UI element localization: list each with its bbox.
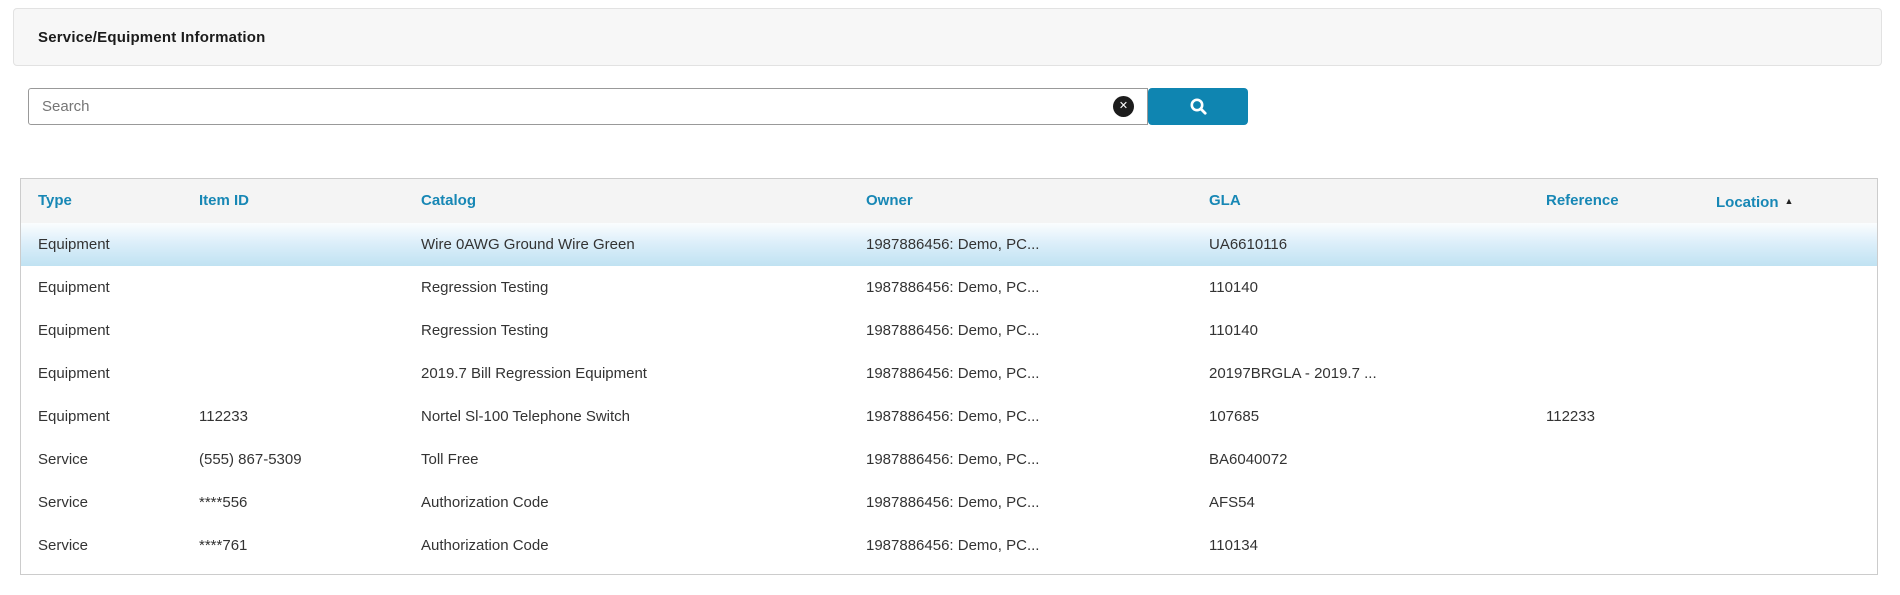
cell-location [1716, 266, 1877, 309]
cell-catalog: Regression Testing [421, 309, 866, 352]
cell-location [1716, 438, 1877, 481]
cell-gla: 20197BRGLA - 2019.7 ... [1209, 352, 1546, 395]
column-header-gla[interactable]: GLA [1209, 179, 1546, 223]
cell-gla: AFS54 [1209, 481, 1546, 524]
cell-type: Equipment [38, 352, 199, 395]
table-row[interactable]: Equipment Wire 0AWG Ground Wire Green 19… [21, 223, 1877, 266]
cell-item-id: ****761 [199, 524, 421, 567]
column-label: Catalog [421, 192, 476, 209]
cell-catalog: Authorization Code [421, 524, 866, 567]
column-label: GLA [1209, 192, 1241, 209]
cell-item-id [199, 223, 421, 266]
cell-type: Equipment [38, 395, 199, 438]
cell-reference [1546, 481, 1716, 524]
search-icon [1189, 97, 1208, 116]
column-label: Reference [1546, 192, 1619, 209]
cell-owner: 1987886456: Demo, PC... [866, 524, 1209, 567]
clear-search-icon[interactable]: ✕ [1113, 96, 1134, 117]
cell-item-id [199, 266, 421, 309]
cell-reference [1546, 524, 1716, 567]
search-input[interactable] [28, 88, 1148, 125]
column-header-reference[interactable]: Reference [1546, 179, 1716, 223]
column-label: Owner [866, 192, 913, 209]
cell-location [1716, 223, 1877, 266]
cell-type: Service [38, 481, 199, 524]
cell-location [1716, 395, 1877, 438]
cell-item-id: (555) 867-5309 [199, 438, 421, 481]
cell-location [1716, 352, 1877, 395]
table-row[interactable]: Equipment 2019.7 Bill Regression Equipme… [21, 352, 1877, 395]
cell-reference [1546, 438, 1716, 481]
cell-location [1716, 524, 1877, 567]
table-row[interactable]: Equipment 112233 Nortel Sl-100 Telephone… [21, 395, 1877, 438]
column-label: Item ID [199, 192, 249, 209]
cell-reference [1546, 266, 1716, 309]
cell-catalog: Toll Free [421, 438, 866, 481]
cell-type: Equipment [38, 223, 199, 266]
cell-type: Service [38, 524, 199, 567]
cell-reference [1546, 352, 1716, 395]
column-label: Type [38, 192, 72, 209]
page-title: Service/Equipment Information [38, 29, 266, 46]
cell-gla: 110140 [1209, 266, 1546, 309]
cell-item-id [199, 309, 421, 352]
cell-item-id: 112233 [199, 395, 421, 438]
cell-owner: 1987886456: Demo, PC... [866, 223, 1209, 266]
cell-owner: 1987886456: Demo, PC... [866, 395, 1209, 438]
panel-header: Service/Equipment Information [13, 8, 1882, 66]
cell-gla: 107685 [1209, 395, 1546, 438]
cell-type: Equipment [38, 309, 199, 352]
cell-reference [1546, 309, 1716, 352]
cell-catalog: Nortel Sl-100 Telephone Switch [421, 395, 866, 438]
table-row[interactable]: Equipment Regression Testing 1987886456:… [21, 309, 1877, 352]
cell-reference [1546, 223, 1716, 266]
table-row[interactable]: Service (555) 867-5309 Toll Free 1987886… [21, 438, 1877, 481]
cell-gla: UA6610116 [1209, 223, 1546, 266]
cell-item-id: ****556 [199, 481, 421, 524]
cell-gla: 110140 [1209, 309, 1546, 352]
table-row[interactable]: Service ****761 Authorization Code 19878… [21, 524, 1877, 567]
cell-catalog: Wire 0AWG Ground Wire Green [421, 223, 866, 266]
cell-catalog: Regression Testing [421, 266, 866, 309]
equipment-table: Type Item ID Catalog Owner GLA Reference… [20, 178, 1878, 575]
column-header-catalog[interactable]: Catalog [421, 179, 866, 223]
cell-type: Equipment [38, 266, 199, 309]
column-header-type[interactable]: Type [38, 179, 199, 223]
column-header-owner[interactable]: Owner [866, 179, 1209, 223]
column-label: Location [1716, 194, 1779, 211]
cell-reference: 112233 [1546, 395, 1716, 438]
cell-type: Service [38, 438, 199, 481]
cell-gla: 110134 [1209, 524, 1546, 567]
cell-owner: 1987886456: Demo, PC... [866, 309, 1209, 352]
cell-owner: 1987886456: Demo, PC... [866, 438, 1209, 481]
cell-catalog: Authorization Code [421, 481, 866, 524]
column-header-location[interactable]: Location ▲ [1716, 179, 1877, 223]
table-row[interactable]: Service ****556 Authorization Code 19878… [21, 481, 1877, 524]
sort-asc-icon: ▲ [1785, 179, 1794, 223]
table-row[interactable]: Equipment Regression Testing 1987886456:… [21, 266, 1877, 309]
cell-owner: 1987886456: Demo, PC... [866, 481, 1209, 524]
cell-location [1716, 481, 1877, 524]
cell-catalog: 2019.7 Bill Regression Equipment [421, 352, 866, 395]
cell-gla: BA6040072 [1209, 438, 1546, 481]
column-header-item-id[interactable]: Item ID [199, 179, 421, 223]
cell-item-id [199, 352, 421, 395]
cell-location [1716, 309, 1877, 352]
table-header-row: Type Item ID Catalog Owner GLA Reference… [21, 179, 1877, 223]
cell-owner: 1987886456: Demo, PC... [866, 352, 1209, 395]
cell-owner: 1987886456: Demo, PC... [866, 266, 1209, 309]
search-button[interactable] [1148, 88, 1248, 125]
